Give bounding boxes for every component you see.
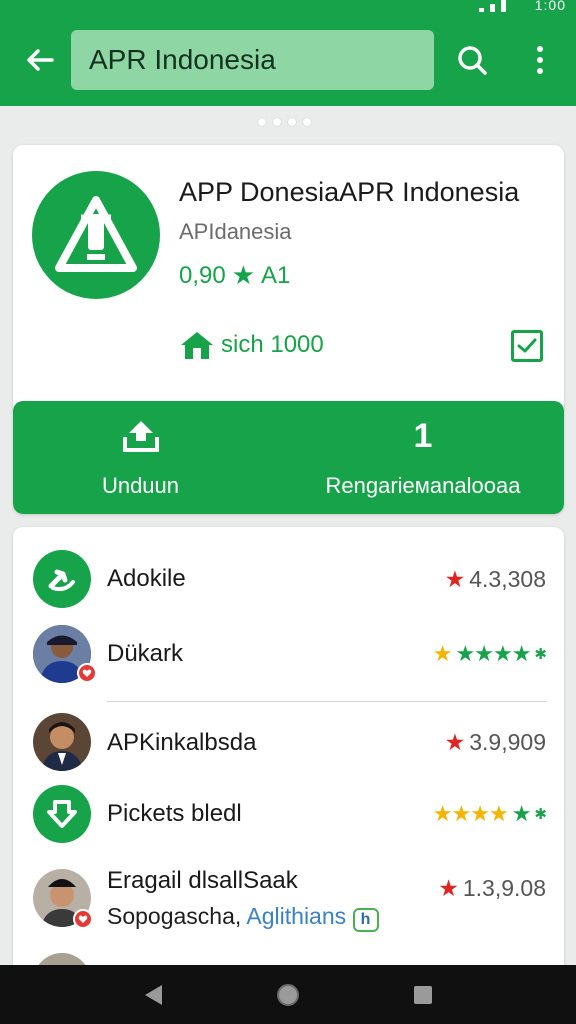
search-icon xyxy=(458,46,487,75)
verified-badge xyxy=(77,663,97,683)
status-bar: 1:00 xyxy=(0,0,576,14)
subtitle-text: Sopogascha, xyxy=(107,903,242,929)
heart-icon xyxy=(78,915,88,923)
download-button[interactable]: Unduun xyxy=(53,419,228,499)
score-value: 1.3,9.08 xyxy=(462,875,546,901)
back-button[interactable] xyxy=(18,38,62,82)
signal-icon xyxy=(490,4,495,12)
nav-back-button[interactable] xyxy=(140,982,166,1008)
star-icon: ★★★★ xyxy=(432,801,509,826)
search-query: APR Indonesia xyxy=(89,44,276,75)
battery-icon xyxy=(501,0,506,12)
list-item-name: Pickets bledl xyxy=(107,800,242,827)
page-indicator xyxy=(258,118,311,126)
reviews-number: 1 xyxy=(413,417,433,455)
list-item-name: Adokile xyxy=(107,565,186,592)
list-item[interactable]: APKinkalbsda ★ 3.9,909 xyxy=(13,707,564,777)
page-dot xyxy=(258,118,266,126)
app-developer[interactable]: APIdanesia xyxy=(179,219,292,245)
page-dot xyxy=(273,118,281,126)
list-item-stars: ★★★★★✱ xyxy=(432,641,547,667)
score-value: 3.9,909 xyxy=(469,729,546,755)
star-icon: ★★★★ xyxy=(455,641,532,666)
star-icon: ★ xyxy=(438,875,459,901)
install-count: sich 1000 xyxy=(221,331,324,358)
app-detail-card: APP DonesiaAPR Indonesia APIdanesia 0,90… xyxy=(13,145,564,514)
list-item-subtitle: Sopogascha, Aglithians h xyxy=(107,903,379,932)
app-rating: 0,90 ★ A1 xyxy=(179,260,290,291)
rating-count: A1 xyxy=(261,261,291,289)
star-half-icon: ✱ xyxy=(534,646,547,663)
star-icon: ★ xyxy=(432,641,453,666)
reviews-button[interactable]: 1 Rengarieмаnalooaa xyxy=(303,419,543,499)
list-item-stars: ★★★★★✱ xyxy=(432,801,547,827)
app-avatar xyxy=(33,550,91,608)
circle-home-icon xyxy=(277,984,299,1006)
status-icons xyxy=(479,0,506,12)
download-label: Unduun xyxy=(101,473,180,498)
list-item[interactable]: Pickets bledl ★★★★ ★ ✱ xyxy=(13,779,564,849)
nav-home-button[interactable] xyxy=(275,982,301,1008)
page-dot xyxy=(303,118,311,126)
page-dot xyxy=(288,118,296,126)
nav-recents-button[interactable] xyxy=(410,982,436,1008)
list-item-name: APKinkalbsda xyxy=(107,729,257,756)
wishlist-checkbox[interactable] xyxy=(511,330,543,362)
person-photo xyxy=(33,713,91,771)
download-icon xyxy=(47,800,77,828)
score-value: 4.3,308 xyxy=(469,566,546,592)
status-time: 1:00 xyxy=(534,0,566,13)
reviews-label: Rengarieмаnalooaa xyxy=(325,473,521,498)
search-input[interactable]: APR Indonesia xyxy=(71,30,434,90)
verified-badge xyxy=(73,909,93,929)
subtitle-link[interactable]: Aglithians xyxy=(246,903,346,929)
star-icon: ★ xyxy=(231,260,256,290)
home-icon xyxy=(181,332,213,359)
app-icon xyxy=(32,171,160,299)
upload-icon xyxy=(122,421,159,452)
more-vert-icon xyxy=(537,46,543,74)
star-half-icon: ✱ xyxy=(534,806,547,823)
check-icon xyxy=(517,338,537,353)
star-icon: ★ xyxy=(444,729,466,755)
system-nav-bar xyxy=(0,965,576,1024)
warning-triangle-icon xyxy=(55,196,137,272)
list-item-score: ★ 3.9,909 xyxy=(445,729,546,756)
list-item[interactable]: Adokile ★ 4.3,308 xyxy=(13,544,564,614)
star-icon: ★ xyxy=(511,801,532,826)
square-recents-icon xyxy=(414,986,432,1004)
list-item-score: ★ 4.3,308 xyxy=(445,566,546,593)
triangle-back-icon xyxy=(145,985,162,1005)
related-apps-card: Adokile ★ 4.3,308 Dükark ★ ★★★★ ✱ APKink… xyxy=(13,527,564,987)
heart-icon xyxy=(82,669,92,677)
star-icon: ★ xyxy=(444,566,466,592)
overflow-menu-button[interactable] xyxy=(520,38,560,82)
list-item-score: ★ 1.3,9.08 xyxy=(438,875,546,902)
list-item[interactable]: Dükark ★ ★★★★ ✱ xyxy=(13,619,564,689)
action-bar: Unduun 1 Rengarieмаnalooaa xyxy=(13,401,564,514)
list-item-name: Eragail dlsallSaak xyxy=(107,867,298,894)
search-button[interactable] xyxy=(450,38,494,82)
app-title: APP DonesiaAPR Indonesia xyxy=(179,177,520,207)
avatar xyxy=(33,713,91,771)
install-info: sich 1000 xyxy=(179,329,324,361)
signal-icon xyxy=(479,8,484,12)
arrow-icon xyxy=(48,569,75,592)
divider xyxy=(107,701,547,702)
h-badge: h xyxy=(352,908,379,932)
arrow-left-icon xyxy=(27,49,54,71)
app-avatar xyxy=(33,785,91,843)
list-item[interactable]: Eragail dlsallSaak ★ 1.3,9.08 Sopogascha… xyxy=(13,863,564,953)
app-bar: APR Indonesia xyxy=(0,14,576,106)
list-item-name: Dükark xyxy=(107,640,184,667)
rating-value: 0,90 xyxy=(179,261,226,289)
